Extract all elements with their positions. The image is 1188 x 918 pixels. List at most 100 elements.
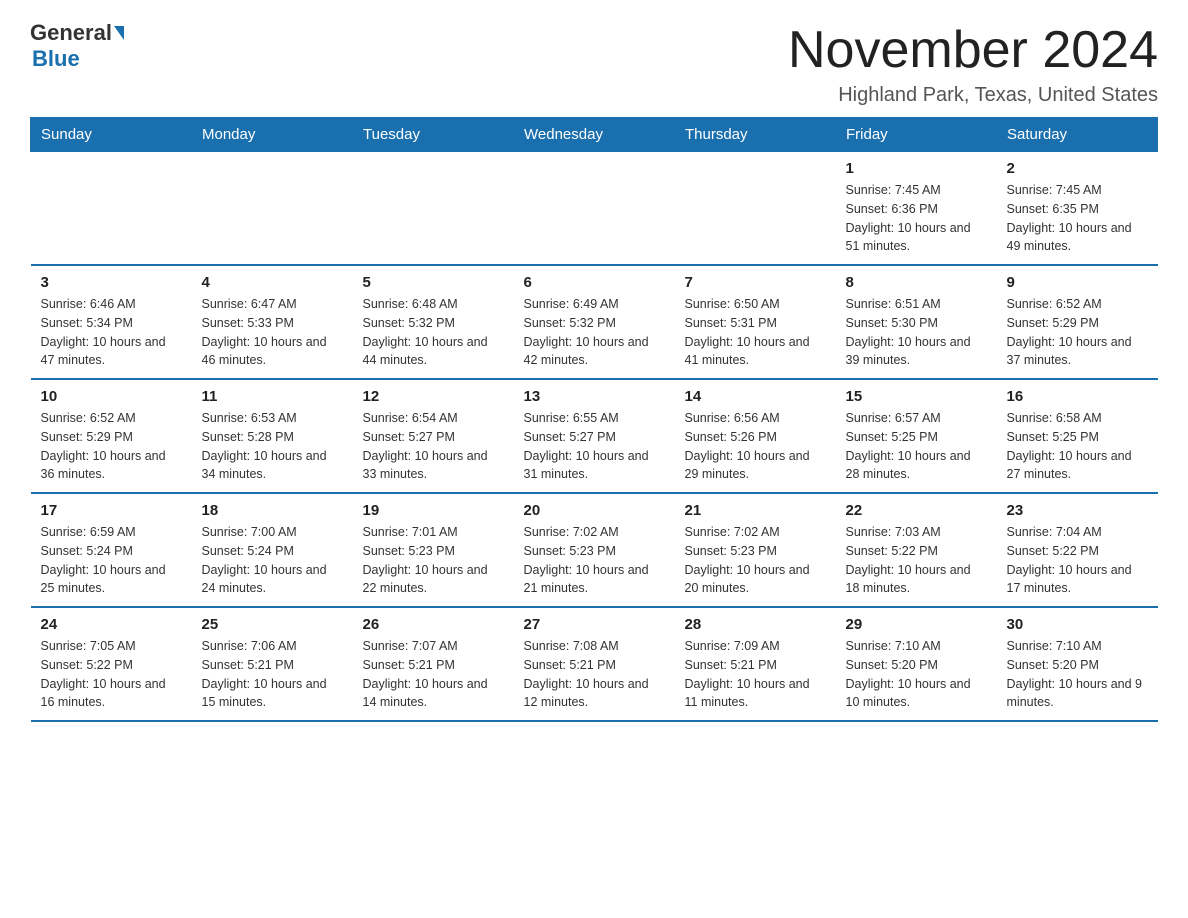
week-row-3: 17 Sunrise: 6:59 AMSunset: 5:24 PMDayligh…: [31, 493, 1158, 607]
calendar-header-row: SundayMondayTuesdayWednesdayThursdayFrid…: [31, 118, 1158, 152]
day-info: Sunrise: 6:46 AMSunset: 5:34 PMDaylight:…: [41, 295, 182, 370]
day-info: Sunrise: 7:07 AMSunset: 5:21 PMDaylight:…: [363, 637, 504, 712]
day-info: Sunrise: 7:10 AMSunset: 5:20 PMDaylight:…: [846, 637, 987, 712]
calendar-cell: 26 Sunrise: 7:07 AMSunset: 5:21 PMDayligh…: [353, 607, 514, 721]
day-number: 21: [685, 502, 826, 519]
day-info: Sunrise: 7:06 AMSunset: 5:21 PMDaylight:…: [202, 637, 343, 712]
calendar-cell: 24 Sunrise: 7:05 AMSunset: 5:22 PMDayligh…: [31, 607, 192, 721]
month-title: November 2024: [788, 20, 1158, 80]
day-number: 6: [524, 274, 665, 291]
day-number: 5: [363, 274, 504, 291]
calendar-cell: 20 Sunrise: 7:02 AMSunset: 5:23 PMDayligh…: [514, 493, 675, 607]
day-number: 7: [685, 274, 826, 291]
logo-blue: Blue: [32, 46, 80, 71]
week-row-0: 1 Sunrise: 7:45 AMSunset: 6:36 PMDaylight…: [31, 152, 1158, 266]
day-info: Sunrise: 6:58 AMSunset: 5:25 PMDaylight:…: [1007, 409, 1148, 484]
calendar-cell: 23Sunrise: 7:04 AMSunset: 5:22 PMDayligh…: [997, 493, 1158, 607]
day-info: Sunrise: 6:47 AMSunset: 5:33 PMDaylight:…: [202, 295, 343, 370]
day-number: 4: [202, 274, 343, 291]
week-row-2: 10 Sunrise: 6:52 AMSunset: 5:29 PMDayligh…: [31, 379, 1158, 493]
day-number: 11: [202, 388, 343, 405]
day-number: 3: [41, 274, 182, 291]
day-info: Sunrise: 7:01 AMSunset: 5:23 PMDaylight:…: [363, 523, 504, 598]
day-number: 14: [685, 388, 826, 405]
day-info: Sunrise: 7:05 AMSunset: 5:22 PMDaylight:…: [41, 637, 182, 712]
day-info: Sunrise: 6:49 AMSunset: 5:32 PMDaylight:…: [524, 295, 665, 370]
day-number: 28: [685, 616, 826, 633]
day-info: Sunrise: 7:02 AMSunset: 5:23 PMDaylight:…: [524, 523, 665, 598]
calendar-cell: 19 Sunrise: 7:01 AMSunset: 5:23 PMDayligh…: [353, 493, 514, 607]
day-number: 26: [363, 616, 504, 633]
calendar-cell: [192, 152, 353, 266]
calendar: SundayMondayTuesdayWednesdayThursdayFrid…: [30, 117, 1158, 722]
day-number: 22: [846, 502, 987, 519]
day-number: 1: [846, 160, 987, 177]
calendar-cell: 10 Sunrise: 6:52 AMSunset: 5:29 PMDayligh…: [31, 379, 192, 493]
week-row-4: 24 Sunrise: 7:05 AMSunset: 5:22 PMDayligh…: [31, 607, 1158, 721]
day-number: 30: [1007, 616, 1148, 633]
day-number: 29: [846, 616, 987, 633]
calendar-cell: 22Sunrise: 7:03 AMSunset: 5:22 PMDayligh…: [836, 493, 997, 607]
calendar-cell: [675, 152, 836, 266]
header-tuesday: Tuesday: [353, 118, 514, 152]
logo-general: General: [30, 20, 112, 46]
calendar-cell: 25 Sunrise: 7:06 AMSunset: 5:21 PMDayligh…: [192, 607, 353, 721]
calendar-cell: [31, 152, 192, 266]
day-info: Sunrise: 7:04 AMSunset: 5:22 PMDaylight:…: [1007, 523, 1148, 598]
day-info: Sunrise: 6:48 AMSunset: 5:32 PMDaylight:…: [363, 295, 504, 370]
calendar-cell: 18Sunrise: 7:00 AMSunset: 5:24 PMDayligh…: [192, 493, 353, 607]
calendar-cell: 2 Sunrise: 7:45 AMSunset: 6:35 PMDaylight…: [997, 152, 1158, 266]
day-info: Sunrise: 6:54 AMSunset: 5:27 PMDaylight:…: [363, 409, 504, 484]
calendar-cell: 14 Sunrise: 6:56 AMSunset: 5:26 PMDayligh…: [675, 379, 836, 493]
day-info: Sunrise: 6:57 AMSunset: 5:25 PMDaylight:…: [846, 409, 987, 484]
day-info: Sunrise: 6:51 AMSunset: 5:30 PMDaylight:…: [846, 295, 987, 370]
header-thursday: Thursday: [675, 118, 836, 152]
day-info: Sunrise: 7:45 AMSunset: 6:36 PMDaylight:…: [846, 181, 987, 256]
day-number: 13: [524, 388, 665, 405]
calendar-cell: 8Sunrise: 6:51 AMSunset: 5:30 PMDaylight…: [836, 265, 997, 379]
day-number: 17: [41, 502, 182, 519]
calendar-cell: 29 Sunrise: 7:10 AMSunset: 5:20 PMDayligh…: [836, 607, 997, 721]
day-info: Sunrise: 6:55 AMSunset: 5:27 PMDaylight:…: [524, 409, 665, 484]
calendar-cell: 28 Sunrise: 7:09 AMSunset: 5:21 PMDayligh…: [675, 607, 836, 721]
day-number: 9: [1007, 274, 1148, 291]
day-info: Sunrise: 7:00 AMSunset: 5:24 PMDaylight:…: [202, 523, 343, 598]
day-number: 27: [524, 616, 665, 633]
day-info: Sunrise: 7:02 AMSunset: 5:23 PMDaylight:…: [685, 523, 826, 598]
day-number: 2: [1007, 160, 1148, 177]
title-area: November 2024 Highland Park, Texas, Unit…: [788, 20, 1158, 107]
calendar-cell: 15 Sunrise: 6:57 AMSunset: 5:25 PMDayligh…: [836, 379, 997, 493]
day-number: 20: [524, 502, 665, 519]
calendar-cell: 6 Sunrise: 6:49 AMSunset: 5:32 PMDaylight…: [514, 265, 675, 379]
calendar-cell: 3 Sunrise: 6:46 AMSunset: 5:34 PMDaylight…: [31, 265, 192, 379]
day-number: 10: [41, 388, 182, 405]
day-number: 19: [363, 502, 504, 519]
calendar-cell: 1 Sunrise: 7:45 AMSunset: 6:36 PMDaylight…: [836, 152, 997, 266]
header-sunday: Sunday: [31, 118, 192, 152]
day-info: Sunrise: 7:10 AMSunset: 5:20 PMDaylight:…: [1007, 637, 1148, 712]
day-info: Sunrise: 7:09 AMSunset: 5:21 PMDaylight:…: [685, 637, 826, 712]
header-saturday: Saturday: [997, 118, 1158, 152]
day-info: Sunrise: 6:59 AMSunset: 5:24 PMDaylight:…: [41, 523, 182, 598]
day-info: Sunrise: 7:08 AMSunset: 5:21 PMDaylight:…: [524, 637, 665, 712]
day-number: 25: [202, 616, 343, 633]
calendar-cell: 11Sunrise: 6:53 AMSunset: 5:28 PMDayligh…: [192, 379, 353, 493]
day-number: 24: [41, 616, 182, 633]
day-info: Sunrise: 6:52 AMSunset: 5:29 PMDaylight:…: [41, 409, 182, 484]
header: General Blue November 2024 Highland Park…: [30, 20, 1158, 107]
day-info: Sunrise: 6:52 AMSunset: 5:29 PMDaylight:…: [1007, 295, 1148, 370]
calendar-cell: 4 Sunrise: 6:47 AMSunset: 5:33 PMDaylight…: [192, 265, 353, 379]
calendar-cell: 17 Sunrise: 6:59 AMSunset: 5:24 PMDayligh…: [31, 493, 192, 607]
week-row-1: 3 Sunrise: 6:46 AMSunset: 5:34 PMDaylight…: [31, 265, 1158, 379]
day-info: Sunrise: 6:56 AMSunset: 5:26 PMDaylight:…: [685, 409, 826, 484]
calendar-cell: 27 Sunrise: 7:08 AMSunset: 5:21 PMDayligh…: [514, 607, 675, 721]
day-number: 15: [846, 388, 987, 405]
header-monday: Monday: [192, 118, 353, 152]
calendar-cell: 30 Sunrise: 7:10 AMSunset: 5:20 PMDayligh…: [997, 607, 1158, 721]
logo-triangle-icon: [114, 26, 124, 40]
day-number: 12: [363, 388, 504, 405]
header-wednesday: Wednesday: [514, 118, 675, 152]
day-info: Sunrise: 7:45 AMSunset: 6:35 PMDaylight:…: [1007, 181, 1148, 256]
calendar-cell: 21 Sunrise: 7:02 AMSunset: 5:23 PMDayligh…: [675, 493, 836, 607]
calendar-cell: 9 Sunrise: 6:52 AMSunset: 5:29 PMDaylight…: [997, 265, 1158, 379]
